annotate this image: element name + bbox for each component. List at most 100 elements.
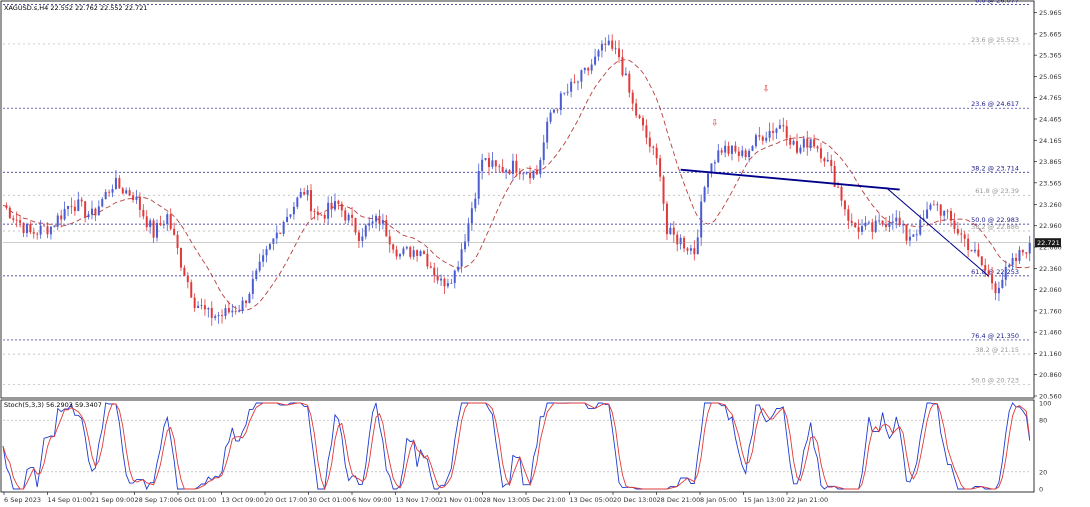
fib-label-4: 61.8 @ 23.39 [975,187,1019,195]
candle-body [310,190,313,212]
candle-body [474,198,477,209]
candle-body [618,48,621,58]
candle-body [114,178,117,190]
candle-body [53,226,56,228]
candle-body [399,254,402,257]
candle-body [429,266,432,268]
candle-body [638,115,641,118]
candle-body [132,195,135,200]
candle-body [843,200,846,210]
time-tick-label: 13 Oct 09:00 [222,496,264,504]
candle-body [535,170,538,175]
candle-body [884,224,887,228]
candle-body [973,249,976,252]
candle-body [450,283,453,284]
candle-body [765,137,768,141]
candle-body [227,308,230,313]
candle-body [179,248,182,268]
price-tick-label: 25.065 [1039,73,1062,81]
candle-body [368,223,371,226]
candle-body [25,224,28,234]
chart-canvas[interactable]: 0.0 @ 26.077 23.6 @ 25.523 23.6 @ 24.617 38… [0,0,1090,507]
candle-body [878,220,881,222]
candle-body [340,203,343,211]
candle-body [73,206,76,212]
candle-body [364,225,367,237]
candle-body [758,135,761,137]
candle-body [1025,252,1028,254]
candle-body [149,220,152,228]
candle-body [128,190,131,196]
candle-body [590,64,593,71]
candle-body [717,150,720,163]
candle-body [991,274,994,284]
price-tick-label: 21.160 [1039,350,1062,358]
candle-body [388,236,391,245]
candle-body [56,215,59,227]
candle-body [915,234,918,236]
last-price-tag: 22.721 [1035,238,1061,248]
candle-body [905,224,908,241]
candle-body [511,160,514,174]
stochastic-header: Stoch(5,3,3) 56.2903 59.3407 [4,401,102,409]
candle-body [262,255,265,262]
candle-body [279,232,282,234]
candle-body [679,237,682,245]
candle-body [950,210,953,221]
candle-body [741,150,744,156]
candle-body [604,43,607,45]
candle-body [214,316,217,318]
candle-body [908,236,911,241]
candle-body [333,201,336,210]
price-tick-label: 22.060 [1039,286,1062,294]
stoch-tick-label: 80 [1039,417,1047,425]
candle-body [1008,265,1011,267]
candle-body [659,158,662,177]
candle-body [470,208,473,224]
candle-body [549,112,552,122]
fib-label-1: 23.6 @ 25.523 [971,36,1019,44]
candle-body [282,222,285,234]
candle-body [221,315,224,317]
stoch-tick-label: 20 [1039,468,1047,476]
candle-body [90,208,93,215]
candle-body [19,220,22,223]
candle-body [522,173,525,175]
price-tick-label: 20.860 [1039,371,1062,379]
candle-body [392,244,395,250]
candle-body [703,187,706,202]
candle-body [487,157,490,167]
candle-body [672,227,675,235]
candle-body [980,256,983,266]
candle-body [80,199,83,202]
candle-body [734,145,737,152]
candle-body [67,205,70,209]
candle-body [1001,279,1004,288]
fib-label-9: 38.2 @ 21.15 [975,346,1019,354]
candle-body [501,166,504,173]
candle-body [611,40,614,49]
candle-body [515,160,518,173]
candle-body [296,197,299,207]
candle-body [936,204,939,206]
chart-window[interactable]: 0.0 @ 26.077 23.6 @ 25.523 23.6 @ 24.617 38… [0,0,1090,507]
price-tick-label: 21.460 [1039,329,1062,337]
candle-body [898,217,901,226]
candle-body [891,221,894,223]
candle-body [505,170,508,173]
candle-body [183,267,186,276]
candle-body [43,225,46,227]
candle-body [768,130,771,138]
candle-body [748,150,751,157]
candle-body [994,283,997,294]
candle-body [265,249,268,256]
candle-body [378,215,381,224]
candle-body [665,203,668,235]
candle-body [1018,250,1021,261]
candle-body [402,248,405,255]
candle-body [15,219,18,221]
candle-body [799,147,802,153]
candle-body [730,145,733,154]
candle-body [1021,250,1024,253]
time-tick-label: 5 Dec 21:00 [526,496,566,504]
